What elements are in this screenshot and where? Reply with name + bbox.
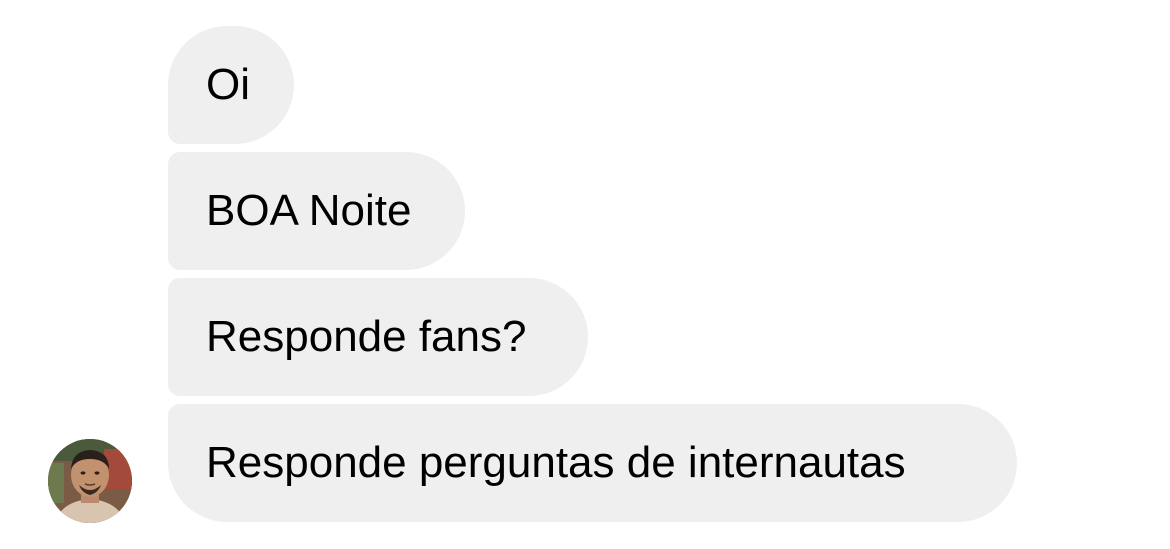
message-text: Responde fans? bbox=[206, 312, 527, 361]
message-thread: Oi BOA Noite Responde fans? Responde per… bbox=[0, 0, 1170, 549]
message-text: BOA Noite bbox=[206, 186, 412, 235]
user-photo-avatar-icon bbox=[48, 439, 132, 523]
message-bubble[interactable]: Oi bbox=[168, 26, 294, 144]
message-bubble[interactable]: BOA Noite bbox=[168, 152, 465, 270]
sender-avatar[interactable] bbox=[48, 439, 132, 523]
message-text: Responde perguntas de internautas bbox=[206, 438, 906, 487]
message-bubble[interactable]: Responde fans? bbox=[168, 278, 588, 396]
message-bubble[interactable]: Responde perguntas de internautas bbox=[168, 404, 1017, 522]
message-text: Oi bbox=[206, 60, 250, 109]
